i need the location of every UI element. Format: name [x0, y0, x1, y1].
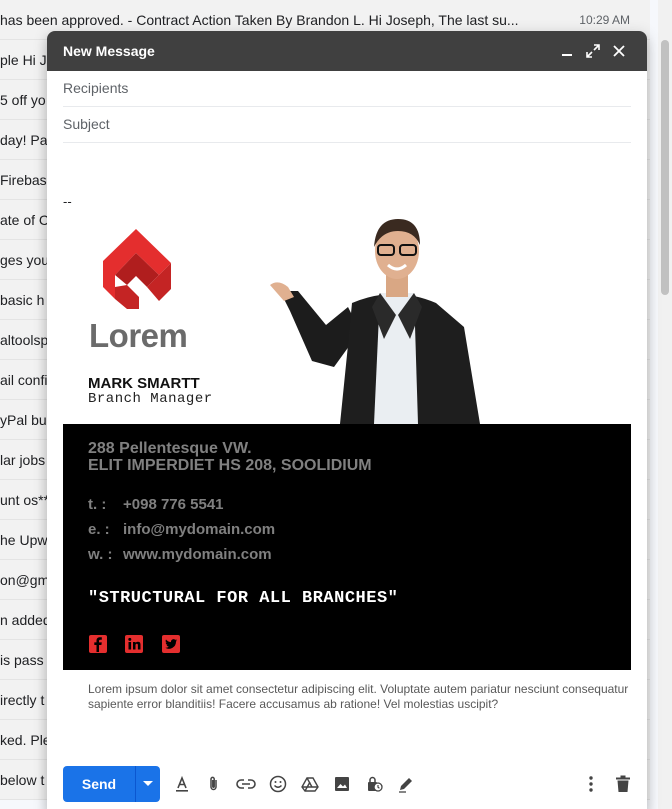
profile-photo	[270, 219, 480, 424]
inbox-row-text: altoolsp	[0, 332, 49, 348]
inbox-row-text: he Upw	[0, 532, 48, 548]
send-button[interactable]: Send	[63, 766, 135, 802]
compose-toolbar: Send	[47, 759, 647, 809]
address-line-2: ELIT IMPERDIET HS 208, SOOLIDIUM	[88, 457, 372, 474]
web-value[interactable]: www.mydomain.com	[123, 546, 272, 563]
inbox-row-text: irectly t	[0, 692, 45, 708]
linkedin-icon[interactable]	[124, 634, 144, 654]
email-line: e. : info@mydomain.com	[88, 521, 275, 538]
inbox-row-text: yPal bu	[0, 412, 47, 428]
company-logo	[103, 229, 171, 309]
inbox-row-text: ail confi	[0, 372, 48, 388]
facebook-icon[interactable]	[88, 634, 108, 654]
signature-name: MARK SMARTT	[88, 375, 200, 392]
chevron-down-icon	[143, 781, 153, 786]
email-label: e. :	[88, 521, 110, 538]
inbox-row-text: lar jobs	[0, 452, 46, 468]
close-icon[interactable]	[607, 39, 631, 63]
address: 288 Pellentesque VW. ELIT IMPERDIET HS 2…	[88, 440, 372, 474]
inbox-row-text: basic h	[0, 292, 45, 308]
inbox-row-text: day! Pa	[0, 132, 48, 148]
phone-value[interactable]: +098 776 5541	[123, 496, 224, 513]
scrollbar[interactable]	[658, 0, 672, 809]
twitter-icon[interactable]	[161, 634, 181, 654]
inbox-row-text: below t	[0, 772, 45, 788]
formatting-options-icon[interactable]	[166, 768, 198, 800]
recipients-field[interactable]: Recipients	[63, 71, 631, 107]
brand-name: Lorem	[89, 317, 188, 354]
email-signature: Lorem MARK SMARTT Branch Manager 288 Pel…	[63, 213, 631, 670]
signature-header: Lorem MARK SMARTT Branch Manager	[63, 213, 631, 424]
inbox-row-text: Firebas	[0, 172, 47, 188]
inbox-row-text: n added	[0, 612, 51, 628]
address-line-1: 288 Pellentesque VW.	[88, 440, 252, 457]
inbox-row-text: 5 off yo	[0, 92, 46, 108]
minimize-icon[interactable]	[555, 39, 579, 63]
inbox-row-text: is pass	[0, 652, 44, 668]
disclaimer-text: Lorem ipsum dolor sit amet consectetur a…	[88, 682, 629, 711]
inbox-row-text: ate of C	[0, 212, 50, 228]
compose-title: New Message	[63, 43, 155, 59]
compose-header: New Message	[47, 31, 647, 71]
send-options-button[interactable]	[135, 766, 160, 802]
signature-role: Branch Manager	[88, 391, 213, 407]
insert-photo-icon[interactable]	[326, 768, 358, 800]
web-line: w. : www.mydomain.com	[88, 546, 272, 563]
confidential-mode-icon[interactable]	[358, 768, 390, 800]
phone-line: t. : +098 776 5541	[88, 496, 224, 513]
inbox-row-text: ked. Ple	[0, 732, 51, 748]
discard-draft-icon[interactable]	[607, 768, 639, 800]
inbox-row-text: on@gm	[0, 572, 50, 588]
subject-field[interactable]: Subject	[63, 107, 631, 143]
web-label: w. :	[88, 546, 113, 563]
email-value[interactable]: info@mydomain.com	[123, 521, 275, 538]
emoji-icon[interactable]	[262, 768, 294, 800]
signature-tagline: "STRUCTURAL FOR ALL BRANCHES"	[88, 589, 399, 608]
scrollbar-thumb[interactable]	[661, 40, 669, 295]
inbox-row-text: ges your	[0, 252, 54, 268]
signature-pen-icon[interactable]	[390, 768, 422, 800]
signature-separator: --	[63, 194, 72, 209]
inbox-row-text: has been approved. - Contract Action Tak…	[0, 12, 519, 28]
signature-contact-panel: 288 Pellentesque VW. ELIT IMPERDIET HS 2…	[63, 424, 631, 670]
google-drive-icon[interactable]	[294, 768, 326, 800]
expand-icon[interactable]	[581, 39, 605, 63]
phone-label: t. :	[88, 496, 107, 513]
compose-window: New Message Recipients Subject -- Lorem …	[47, 31, 647, 809]
inbox-row-text: unt os**	[0, 492, 50, 508]
more-options-icon[interactable]	[575, 768, 607, 800]
attach-file-icon[interactable]	[198, 768, 230, 800]
insert-link-icon[interactable]	[230, 768, 262, 800]
